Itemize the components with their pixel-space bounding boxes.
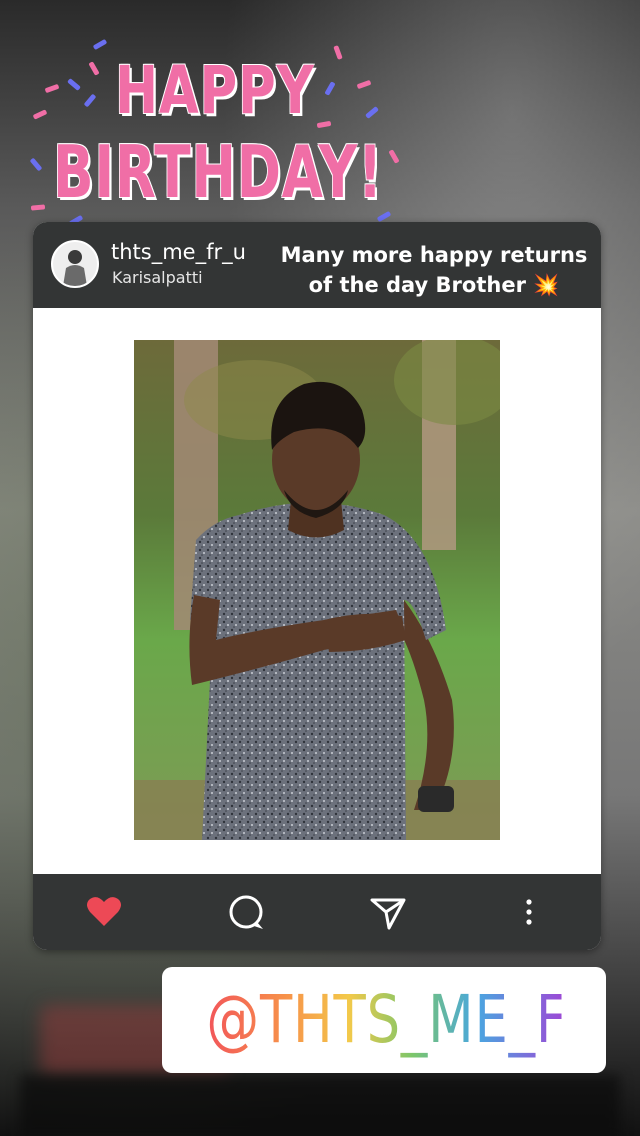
send-icon[interactable] (368, 892, 408, 932)
post-username[interactable]: thts_me_fr_u (111, 240, 246, 264)
more-vertical-icon[interactable] (517, 892, 557, 932)
mention-text: @THTS_ME_FR_U (206, 981, 640, 1058)
post-header: thts_me_fr_u Karisalpatti Many more happ… (33, 222, 601, 308)
post-actions (33, 874, 601, 950)
confetti (88, 61, 100, 76)
happy-birthday-sticker[interactable]: HAPPY BIRTHDAY! (25, 30, 405, 230)
confetti (92, 38, 108, 51)
confetti (83, 93, 97, 108)
comment-icon[interactable] (226, 892, 266, 932)
post-caption: Many more happy returns of the day Broth… (269, 240, 599, 300)
heart-icon[interactable] (84, 892, 124, 932)
shared-post-card[interactable]: thts_me_fr_u Karisalpatti Many more happ… (33, 222, 601, 950)
mention-sticker[interactable]: @THTS_ME_FR_U (162, 967, 640, 1073)
confetti (44, 83, 60, 94)
post-photo-area (33, 308, 601, 874)
confetti (67, 78, 81, 91)
post-location[interactable]: Karisalpatti (112, 268, 203, 287)
avatar[interactable] (51, 240, 99, 288)
confetti (388, 149, 400, 164)
confetti (32, 109, 48, 120)
post-photo[interactable] (134, 340, 500, 840)
confetti (30, 204, 46, 211)
confetti (29, 157, 43, 172)
birthday-line-2: BIRTHDAY! (53, 130, 383, 214)
background-blur-bottom (20, 1075, 620, 1136)
birthday-line-1: HAPPY (115, 52, 315, 129)
explosion-emoji: 💥 (533, 273, 560, 297)
